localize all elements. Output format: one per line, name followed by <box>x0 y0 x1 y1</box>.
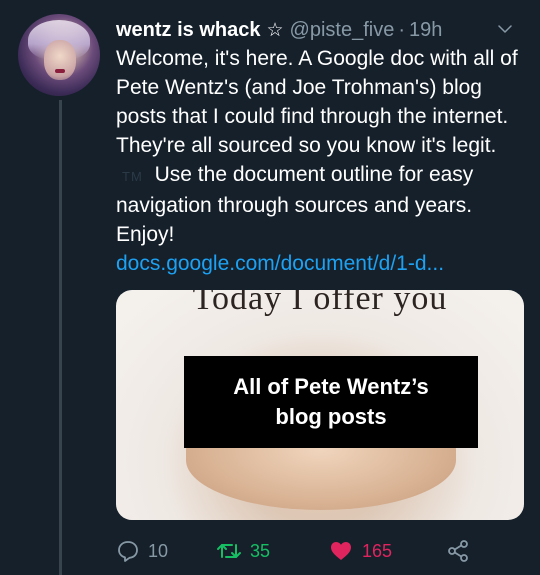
separator-dot: · <box>398 18 406 41</box>
display-name[interactable]: wentz is whack <box>116 19 261 42</box>
action-bar: 10 35 165 <box>116 536 526 566</box>
share-button[interactable] <box>446 539 470 563</box>
retweet-icon <box>216 539 242 563</box>
like-button[interactable]: 165 <box>328 539 446 563</box>
user-handle[interactable]: @piste_five <box>290 19 395 42</box>
heart-icon <box>328 539 354 563</box>
banner-line-1: All of Pete Wentz’s <box>233 374 429 399</box>
image-banner: All of Pete Wentz’s blog posts <box>184 356 478 448</box>
avatar-mouth <box>55 69 65 73</box>
share-icon <box>446 539 470 563</box>
media-image[interactable]: Today I offer you All of Pete Wentz’s bl… <box>116 290 524 520</box>
star-emoji: ☆ <box>266 19 284 41</box>
like-count: 165 <box>362 540 393 561</box>
retweet-button[interactable]: 35 <box>216 539 328 563</box>
tweet-text-after: Use the document outline for easy naviga… <box>116 163 474 246</box>
reply-icon <box>116 539 140 563</box>
document-link[interactable]: docs.google.com/document/d/1-d... <box>116 252 444 276</box>
reply-button[interactable]: 10 <box>116 539 216 563</box>
timestamp[interactable]: 19h <box>409 19 442 42</box>
tweet-text-main: Welcome, it's here. A Google doc with al… <box>116 47 518 157</box>
reply-count: 10 <box>148 540 169 561</box>
trademark-mark: TM <box>122 169 143 184</box>
tweet-text: Welcome, it's here. A Google doc with al… <box>116 44 530 249</box>
retweet-count: 35 <box>250 540 271 561</box>
avatar-face <box>44 40 76 80</box>
tweet-header: wentz is whack ☆ @piste_five · 19h <box>116 16 528 44</box>
thread-line <box>59 100 62 575</box>
chevron-down-icon[interactable] <box>494 18 516 40</box>
banner-line-2: blog posts <box>275 404 387 429</box>
avatar[interactable] <box>18 14 100 96</box>
image-top-text: Today I offer you <box>192 290 448 317</box>
